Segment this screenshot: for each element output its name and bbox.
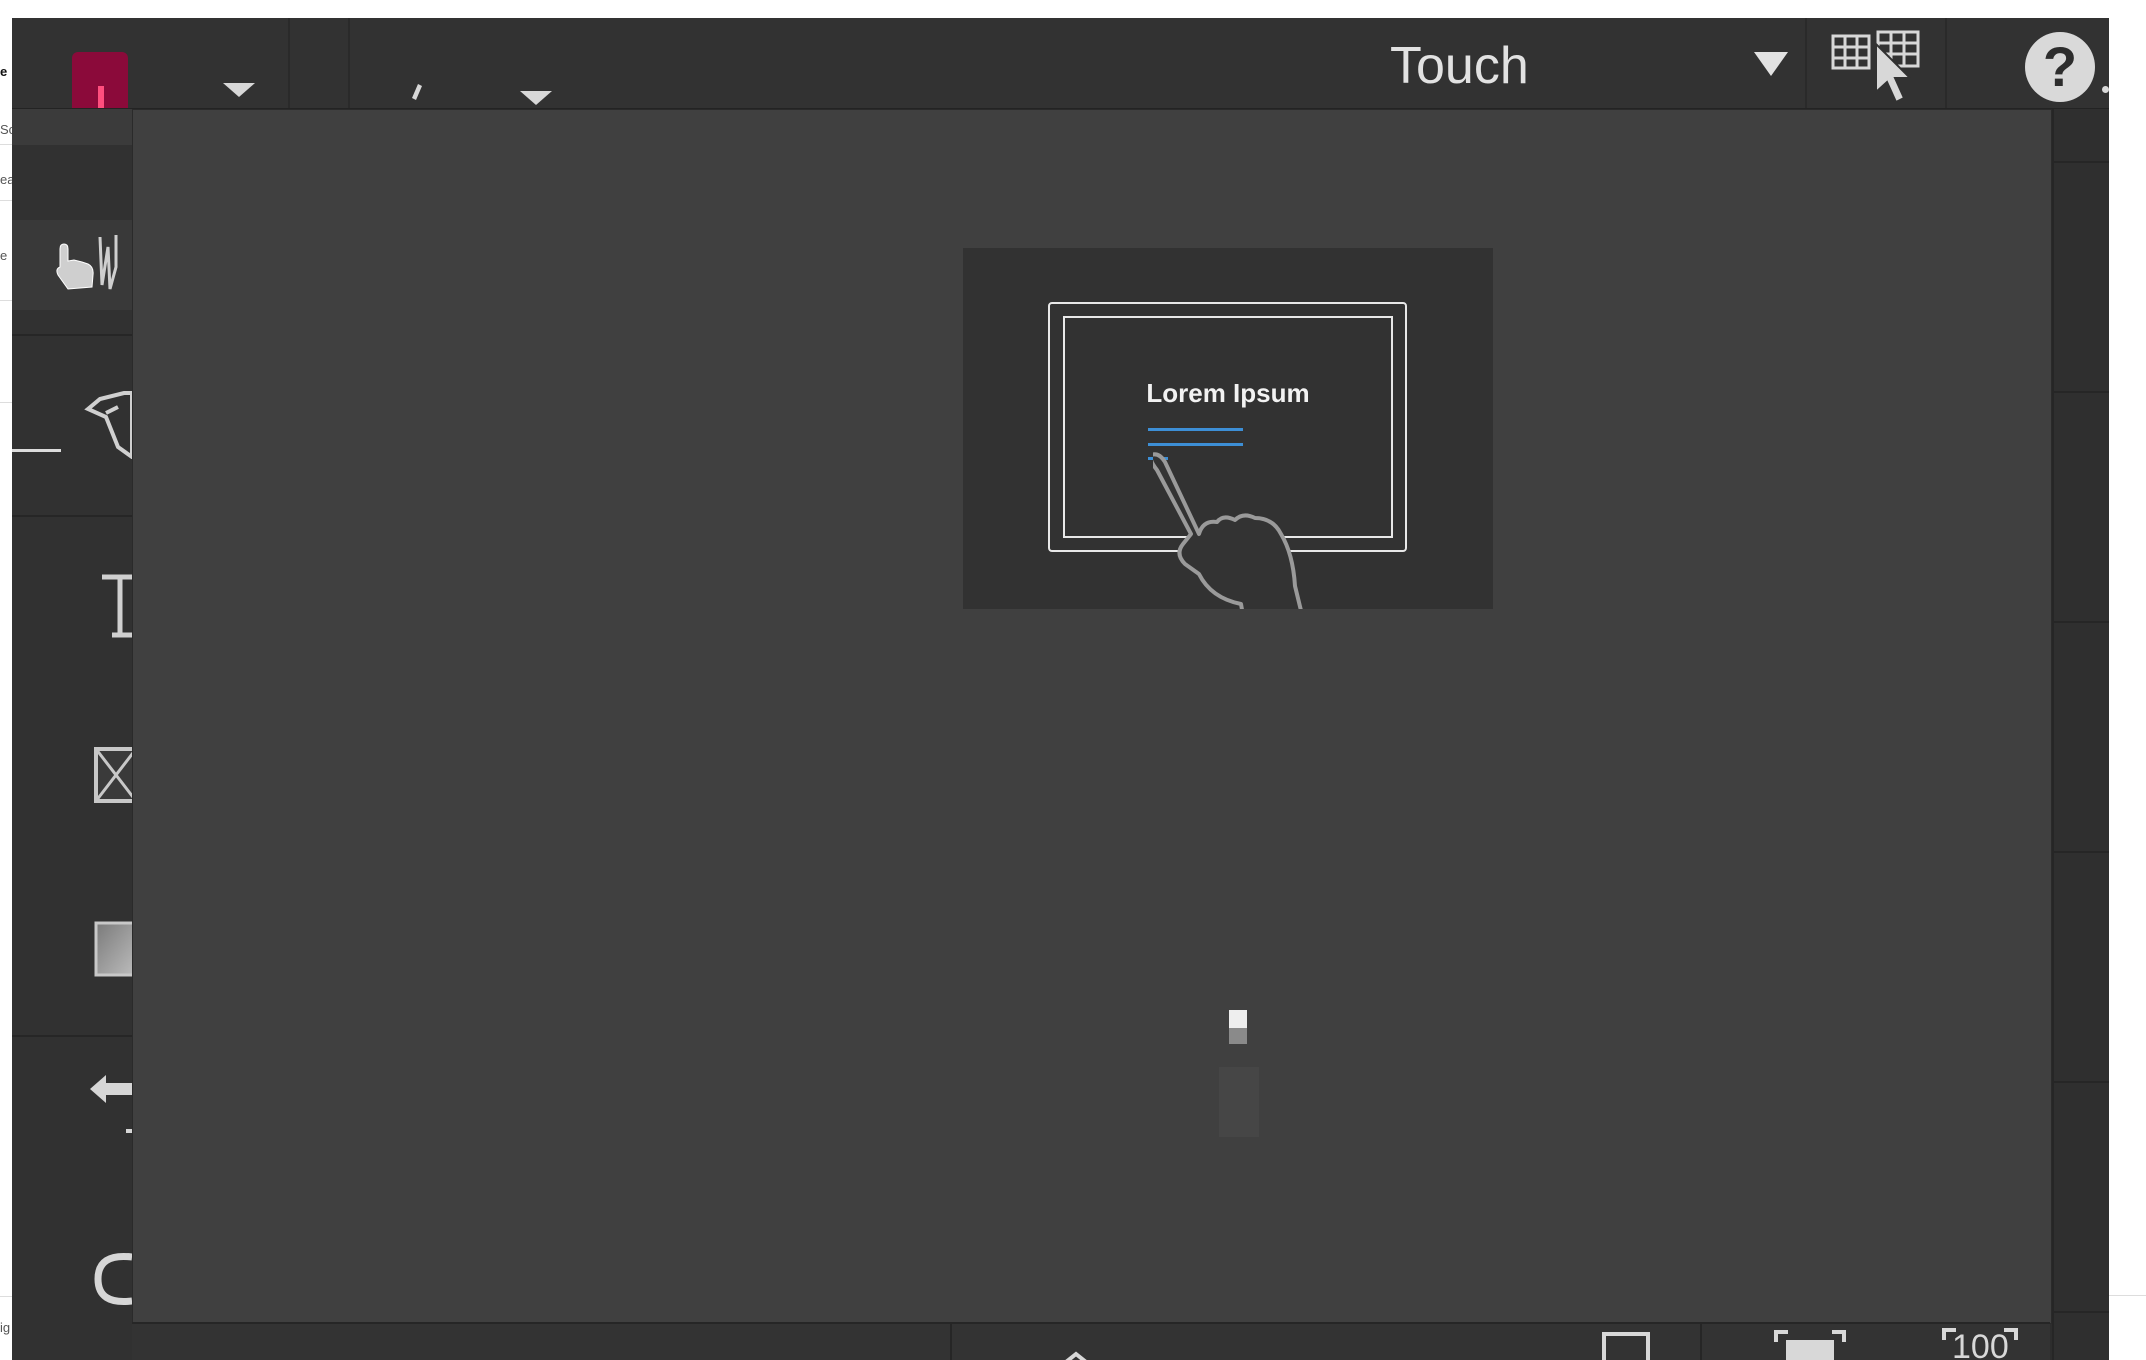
right-panel-rail xyxy=(2052,109,2109,1360)
touch-hand-icon xyxy=(1153,452,1303,609)
app-logo-icon[interactable] xyxy=(72,52,128,108)
rail-divider xyxy=(12,334,132,336)
chevron-down-icon[interactable] xyxy=(520,91,552,105)
arrow-left-icon[interactable] xyxy=(88,1069,132,1139)
toolbar-separator xyxy=(1342,18,1344,108)
rectangle-tool-icon[interactable] xyxy=(92,919,132,979)
actual-size-view-icon[interactable] xyxy=(1940,1326,2020,1360)
illustration-text: Lorem Ipsum xyxy=(1146,378,1310,408)
bottombar-separator xyxy=(1700,1324,1702,1360)
toolbar-separator xyxy=(288,18,290,108)
right-rail-divider xyxy=(2054,391,2109,393)
right-rail-divider xyxy=(2054,1311,2109,1313)
grid-pointer-icon[interactable] xyxy=(1830,26,1930,106)
right-rail-divider xyxy=(2054,1081,2109,1083)
bottombar-separator xyxy=(950,1324,952,1360)
rotate-tool-icon[interactable] xyxy=(90,1247,132,1311)
touch-onboarding-dialog: Lorem Ipsum xyxy=(132,109,2052,1324)
background-app: e Sc ea e ig xyxy=(0,0,15,1360)
hand-pointer-tool-icon[interactable] xyxy=(48,227,118,307)
loading-indicator xyxy=(1229,1010,1247,1028)
chevron-down-icon[interactable] xyxy=(223,83,255,97)
pen-tool-icon[interactable] xyxy=(84,387,132,459)
help-icon[interactable]: ? xyxy=(2025,32,2095,102)
right-rail-divider xyxy=(2054,621,2109,623)
touch-illustration: Lorem Ipsum xyxy=(963,248,1493,609)
help-dot xyxy=(2102,86,2109,93)
rail-header xyxy=(12,109,132,145)
fit-page-view-icon[interactable] xyxy=(1772,1328,1848,1360)
illustration-text-line xyxy=(1148,428,1243,431)
type-tool-icon[interactable] xyxy=(96,571,132,641)
right-rail-divider xyxy=(2054,161,2109,163)
background-text-fragment: e xyxy=(0,248,8,263)
screen: e Sc ea e ig Touch ? Lorem Ipsum 100 xyxy=(0,0,2146,1360)
background-divider xyxy=(0,1296,12,1297)
left-tool-rail xyxy=(12,109,157,1360)
top-toolbar: Touch ? xyxy=(12,18,2109,109)
background-divider xyxy=(0,402,12,403)
background-divider xyxy=(0,300,12,301)
loading-indicator-shadow xyxy=(1229,1028,1247,1044)
chevron-up-icon[interactable] xyxy=(1062,1350,1092,1360)
background-divider xyxy=(0,144,12,145)
toolbar-separator xyxy=(1945,18,1947,108)
toolbar-separator xyxy=(348,18,350,108)
bottom-toolbar: 100 xyxy=(132,1322,2050,1360)
loading-placeholder xyxy=(1219,1067,1259,1137)
rail-divider xyxy=(12,1035,132,1037)
background-app-right xyxy=(2109,1295,2146,1360)
background-text-fragment: ig xyxy=(0,1320,11,1335)
background-text-fragment: e xyxy=(0,64,8,79)
rail-marker xyxy=(12,449,61,452)
frame-tool-icon[interactable] xyxy=(92,745,132,805)
pen-icon[interactable] xyxy=(408,80,432,102)
toolbar-separator xyxy=(1805,18,1807,108)
rail-divider xyxy=(12,515,132,517)
touch-mode-dropdown-icon[interactable] xyxy=(1754,52,1788,76)
background-divider xyxy=(0,200,12,201)
app-window: Touch ? Lorem Ipsum 100 xyxy=(12,18,2109,1360)
touch-mode-label[interactable]: Touch xyxy=(1390,36,1529,96)
single-page-view-icon[interactable] xyxy=(1602,1332,1650,1360)
right-rail-divider xyxy=(2054,851,2109,853)
